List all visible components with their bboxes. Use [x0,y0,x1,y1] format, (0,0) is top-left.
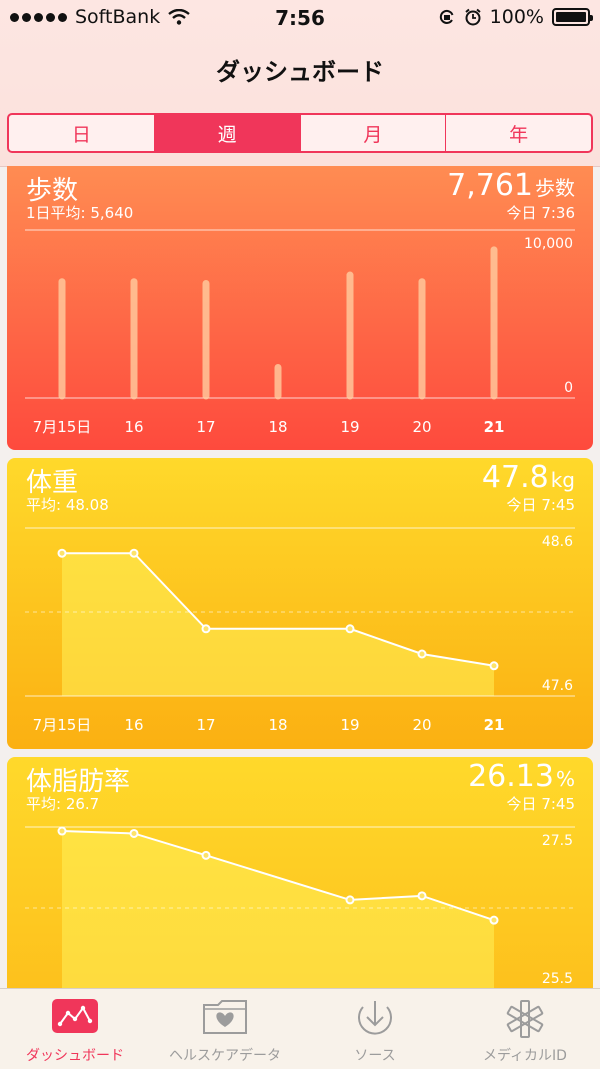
sources-icon [358,1001,392,1035]
data-point [201,850,211,860]
battery-icon [552,8,593,26]
x-tick-label: 21 [484,716,505,734]
card-value: 7,761 歩数 [447,168,575,203]
health-data-icon [203,1000,247,1034]
x-tick-label: 7月15日 [33,716,92,734]
tab-label: ダッシュボード [26,1048,124,1064]
segment-year[interactable]: 年 [446,115,591,151]
x-tick-label: 19 [340,716,359,734]
area-fill [62,553,494,696]
x-tick-label: 20 [412,418,431,436]
x-tick-label: 18 [268,418,287,436]
y-max-label: 27.5 [542,833,573,849]
card-value: 26.13% [468,759,575,794]
tab-bar: ダッシュボード ヘルスケアデータ ソース メディカルID [0,988,600,1069]
dashboard-icon [52,999,98,1033]
x-tick-label: 16 [124,418,143,436]
card-updated: 今日 7:45 [506,496,575,514]
segment-week[interactable]: 週 [154,115,301,151]
data-point [489,661,499,671]
tab-label: ソース [354,1048,396,1064]
card-updated: 今日 7:45 [506,795,575,813]
page-title: ダッシュボード [216,58,384,86]
y-min-label: 47.6 [542,678,573,694]
y-min-label: 25.5 [542,971,573,987]
tab-dashboard[interactable]: ダッシュボード [0,989,150,1069]
x-tick-label: 18 [268,716,287,734]
card-value: 47.8 kg [481,460,575,495]
x-tick-label: 17 [196,716,215,734]
x-tick-label: 16 [124,716,143,734]
medical-id-icon [506,1000,544,1038]
battery-percent: 100% [489,6,544,28]
data-point [417,649,427,659]
area-fill [62,831,494,989]
data-point [345,895,355,905]
card-average: 1日平均: 5,640 [26,204,134,222]
data-point [57,548,67,558]
x-tick-label: 21 [484,418,505,436]
tab-sources[interactable]: ソース [300,989,450,1069]
segment-day[interactable]: 日 [9,115,155,151]
x-tick-label: 17 [196,418,215,436]
y-max-label: 10,000 [524,236,573,252]
period-segmented-control: 日 週 月 年 [7,113,593,153]
y-min-label: 0 [564,380,573,396]
header: SoftBank 7:56 100% ダッシュボード 日 週 月 年 [0,0,600,167]
body-fat-card[interactable]: 27.5 25.5 体脂肪率 平均: 26.7 26.13% 今日 7:45 [7,757,593,997]
data-point [129,548,139,558]
x-tick-label: 20 [412,716,431,734]
segment-month[interactable]: 月 [301,115,447,151]
x-tick-label: 19 [340,418,359,436]
tab-medical-id[interactable]: メディカルID [450,989,600,1069]
data-point [129,828,139,838]
y-max-label: 48.6 [542,534,573,550]
orientation-lock-icon [439,9,454,24]
status-bar: SoftBank 7:56 100% [0,0,600,36]
steps-card[interactable]: 10,000 0 7月15日 16 17 18 19 20 21 歩数 1日平均: 5,640 … [7,166,593,450]
card-updated: 今日 7:36 [506,204,575,222]
data-point [489,915,499,925]
card-average: 平均: 26.7 [26,795,100,813]
tab-label: ヘルスケアデータ [169,1048,281,1064]
tab-health-data[interactable]: ヘルスケアデータ [150,989,300,1069]
tab-label: メディカルID [483,1048,567,1064]
x-tick-label: 7月15日 [33,418,92,436]
data-point [201,624,211,634]
weight-card[interactable]: 48.6 47.6 7月15日 16 17 18 19 20 21 体重 平均: 48.08 4… [7,458,593,749]
data-point [417,891,427,901]
data-point [57,826,67,836]
alarm-icon [465,8,481,26]
data-point [345,624,355,634]
card-average: 平均: 48.08 [26,496,109,514]
